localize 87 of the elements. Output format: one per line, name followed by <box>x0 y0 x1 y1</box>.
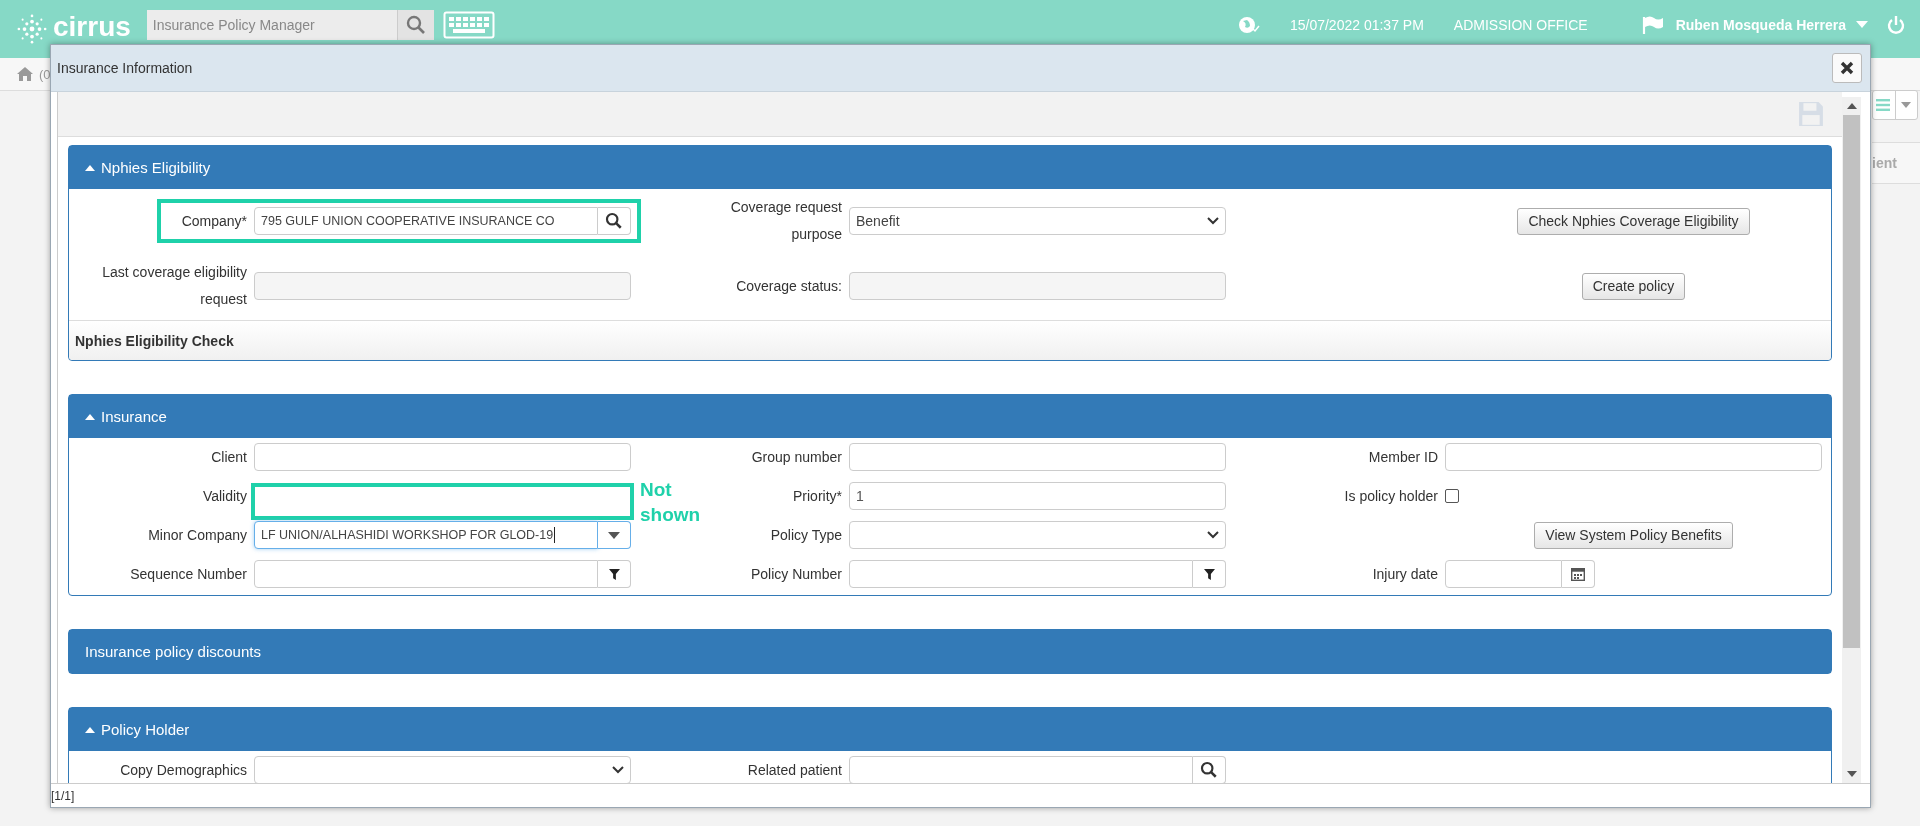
field-label: Related patient <box>747 760 842 780</box>
list-icon <box>1876 99 1890 111</box>
field-label: Injury date <box>1372 564 1438 584</box>
caret-icon <box>1901 102 1911 108</box>
section-title: Policy Holder <box>101 721 190 738</box>
filter-icon <box>608 568 620 580</box>
input-field[interactable] <box>254 560 598 588</box>
chevron-icon <box>1207 217 1219 225</box>
section-header[interactable]: Policy Holder <box>69 708 1831 751</box>
input-field[interactable]: LF UNION/ALHASHIDI WORKSHOP FOR GLOD-19 <box>254 521 598 549</box>
annotation-note: Not shown <box>640 478 700 527</box>
field-label: Copy Demographics <box>120 760 247 780</box>
field-label: Last coverage eligibility request <box>101 263 247 309</box>
scrollbar[interactable] <box>1842 97 1861 783</box>
logo: cirrus <box>53 11 131 43</box>
subpanel-header[interactable]: Nphies Eligibility Check <box>69 320 1831 360</box>
dropdown[interactable]: Benefit <box>849 207 1226 235</box>
globe-icon[interactable] <box>1237 16 1260 34</box>
field-label: Client <box>211 447 247 467</box>
field-label: Policy Type <box>770 525 842 545</box>
dropdown-button[interactable] <box>598 521 631 549</box>
keyboard-icon[interactable] <box>442 11 495 39</box>
dropdown[interactable] <box>849 521 1226 549</box>
action-button[interactable]: Create policy <box>1581 272 1686 300</box>
action-button[interactable]: View System Policy Benefits <box>1534 521 1733 549</box>
chevron-icon <box>612 766 624 774</box>
logo-icon <box>17 14 47 44</box>
field-label: Validity <box>202 486 247 506</box>
checkbox[interactable] <box>1445 489 1459 503</box>
close-button[interactable] <box>1832 53 1862 83</box>
search-icon <box>605 212 623 230</box>
caret-icon <box>85 164 95 171</box>
dropdown[interactable] <box>254 756 631 783</box>
caret-icon <box>1856 21 1868 29</box>
home-icon[interactable] <box>17 67 33 81</box>
close-icon <box>1840 61 1854 75</box>
field-label: Member ID <box>1368 447 1438 467</box>
scroll-up-icon[interactable] <box>1846 103 1857 109</box>
caret-icon <box>85 726 95 733</box>
input-field[interactable] <box>1445 560 1562 588</box>
input-field[interactable] <box>1445 443 1822 471</box>
field-label: Group number <box>751 447 842 467</box>
section-title: Insurance <box>101 408 167 425</box>
caret-icon <box>608 531 620 539</box>
field-label: Is policy holder <box>1344 486 1438 506</box>
field-label: Coverage status: <box>736 276 842 296</box>
search-button[interactable] <box>598 207 631 235</box>
calendar-icon <box>1571 567 1585 581</box>
section-header[interactable]: Insurance policy discounts <box>69 630 1831 673</box>
column-header: ient <box>1872 142 1920 184</box>
save-icon[interactable] <box>1798 101 1824 127</box>
flag-icon[interactable] <box>1641 15 1664 35</box>
location-label: ADMISSION OFFICE <box>1453 17 1588 33</box>
search-icon <box>405 15 426 35</box>
input-field[interactable] <box>254 443 631 471</box>
field-label: Sequence Number <box>130 564 247 584</box>
view-menu-button[interactable] <box>1872 90 1918 120</box>
chevron-icon <box>1207 531 1219 539</box>
search-button[interactable] <box>1193 756 1226 783</box>
filter-button[interactable] <box>598 560 631 588</box>
action-button[interactable]: Check Nphies Coverage Eligibility <box>1517 207 1750 235</box>
field-label: Minor Company <box>148 525 247 545</box>
section-header[interactable]: Insurance <box>69 395 1831 438</box>
input-field[interactable]: 1 <box>849 482 1226 510</box>
filter-button[interactable] <box>1193 560 1226 588</box>
date-time: 15/07/2022 01:37 PM <box>1289 17 1424 33</box>
subpanel-title: Nphies Eligibility Check <box>75 332 234 349</box>
caret-icon <box>85 413 95 420</box>
field-label: Company* <box>181 211 247 231</box>
power-icon[interactable] <box>1886 15 1906 35</box>
text-cursor <box>554 527 556 543</box>
section-title: Insurance policy discounts <box>85 643 261 660</box>
dialog-title: Insurance Information <box>57 60 193 76</box>
input-field[interactable]: 795 GULF UNION COOPERATIVE INSURANCE CO <box>254 207 598 235</box>
input-field[interactable] <box>849 756 1193 783</box>
page-indicator: [1/1] <box>51 788 75 803</box>
input-field[interactable] <box>849 443 1226 471</box>
field-label: Policy Number <box>750 564 842 584</box>
section-title: Nphies Eligibility <box>101 159 211 176</box>
filter-icon <box>1203 568 1215 580</box>
section-header[interactable]: Nphies Eligibility <box>69 146 1831 189</box>
field-label: Priority* <box>793 486 842 506</box>
scroll-down-icon[interactable] <box>1846 771 1857 777</box>
search-icon <box>1200 761 1218 779</box>
field-label: Coverage request purpose <box>729 198 842 244</box>
calendar-button[interactable] <box>1562 560 1595 588</box>
input-field[interactable] <box>849 560 1193 588</box>
